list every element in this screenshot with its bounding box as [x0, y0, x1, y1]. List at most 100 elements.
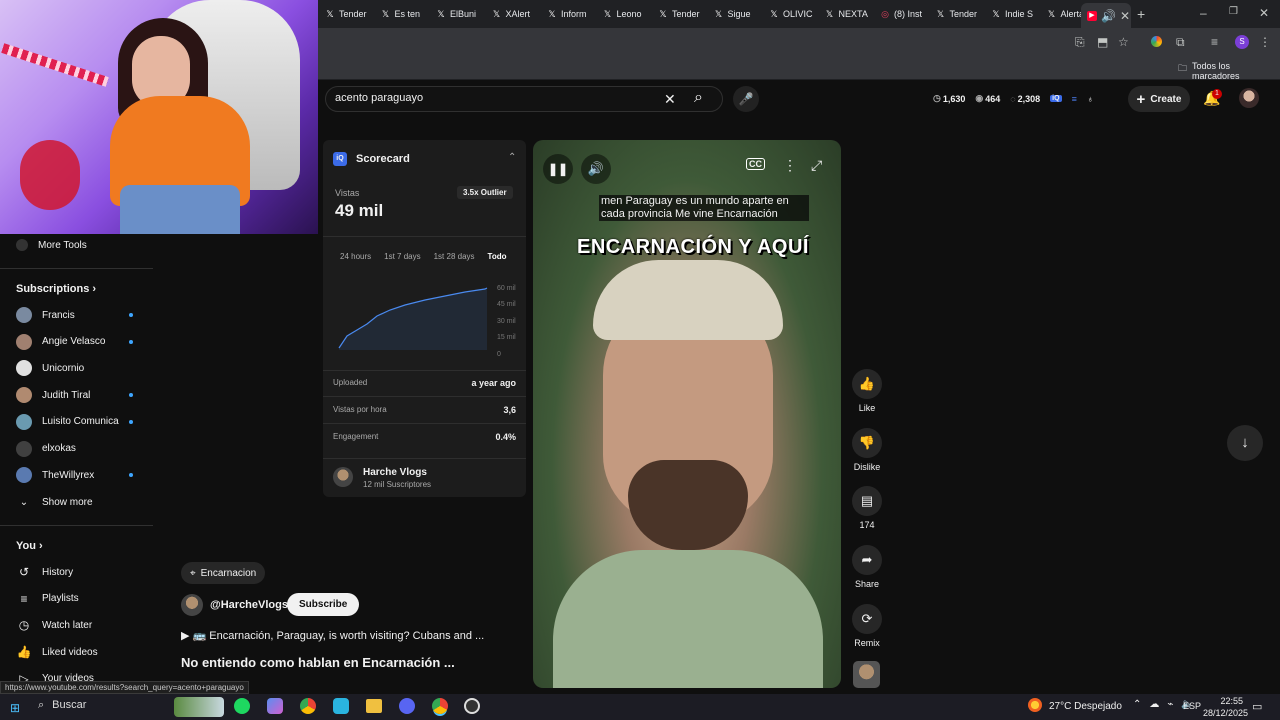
channel-name[interactable]: Harche Vlogs: [363, 467, 427, 478]
thumbs-down-button[interactable]: 👎: [852, 427, 882, 458]
language-indicator[interactable]: ESP: [1183, 701, 1201, 711]
tab-active-youtube[interactable]: ▶ 🔊 ✕: [1081, 3, 1131, 28]
browser-tab[interactable]: 𝕏 Es ten: [381, 4, 433, 24]
volume-icon[interactable]: 🔊: [581, 154, 611, 184]
browser-tab[interactable]: 𝕏 ElBuni: [436, 4, 488, 24]
captions-icon[interactable]: CC: [746, 158, 765, 170]
sidebar-subscription-item[interactable]: elxokas: [16, 436, 141, 462]
discord-icon[interactable]: [399, 698, 415, 714]
browser-tab[interactable]: 𝕏 Tender: [325, 4, 377, 24]
vidiq-icon[interactable]: iQ: [1050, 95, 1062, 102]
location-chip[interactable]: ⌖ Encarnacion: [181, 562, 266, 584]
windows-start-icon[interactable]: ⊞: [10, 701, 20, 715]
folder-icon: 🗀: [1178, 63, 1188, 73]
search-icon[interactable]: ⌕: [694, 89, 703, 107]
extensions-puzzle-icon[interactable]: ⧉: [1176, 35, 1185, 50]
tab-label: ElBuni: [450, 9, 477, 19]
browser-tab[interactable]: 𝕏 Leono: [603, 4, 655, 24]
file-explorer-icon[interactable]: [366, 699, 382, 713]
all-bookmarks-button[interactable]: 🗀 Todos los marcadores: [1178, 61, 1280, 81]
minimize-icon[interactable]: –: [1200, 6, 1207, 20]
media-control-icon[interactable]: ≡: [1211, 35, 1218, 49]
browser-tab[interactable]: 𝕏 Indie S: [991, 4, 1043, 24]
app-blue-icon[interactable]: [333, 698, 349, 714]
next-short-arrow-down-icon[interactable]: ↓: [1227, 425, 1263, 461]
tray-chevron-icon[interactable]: ⌃: [1133, 699, 1141, 710]
video-title[interactable]: No entiendo como hablan en Encarnación .…: [181, 655, 455, 670]
spotify-icon[interactable]: [234, 698, 250, 714]
subscribe-button[interactable]: Subscribe: [287, 593, 360, 616]
taskbar-search[interactable]: ⌕ Buscar: [38, 699, 86, 712]
browser-tab[interactable]: 𝕏 Sigue: [714, 4, 766, 24]
pause-button[interactable]: ❚❚: [543, 154, 573, 184]
extension-colorful-icon[interactable]: [1151, 36, 1162, 47]
remix-button[interactable]: ⟳: [852, 603, 882, 634]
related-video-link[interactable]: ▶ 🚌 Encarnación, Paraguay, is worth visi…: [181, 629, 484, 642]
shorts-video-player[interactable]: ❚❚ 🔊 CC ⋮ ⤢ men Paraguay es un mundo apa…: [533, 140, 841, 688]
channel-handle[interactable]: @HarcheVlogs: [210, 599, 288, 611]
sidebar-you-item[interactable]: ◷ Watch later: [16, 612, 141, 638]
list-icon[interactable]: ≡: [1072, 94, 1077, 104]
browser-menu-icon[interactable]: ⋮: [1259, 35, 1271, 49]
close-window-icon[interactable]: ✕: [1259, 6, 1269, 20]
network-icon[interactable]: ⌁: [1167, 699, 1173, 710]
browser-tab[interactable]: 𝕏 NEXTA: [825, 4, 877, 24]
translate-icon[interactable]: ⎘: [1075, 35, 1085, 50]
period-tab[interactable]: 1st 28 days: [434, 252, 475, 261]
cloud-icon[interactable]: ☁: [1149, 699, 1159, 710]
weather-text[interactable]: 27°C Despejado: [1049, 701, 1122, 712]
audio-source-thumbnail[interactable]: [853, 661, 880, 688]
sidebar-subscription-item[interactable]: Judith Tiral: [16, 382, 141, 408]
voice-search-icon[interactable]: 🎤: [733, 86, 759, 112]
you-heading[interactable]: You ›: [16, 540, 43, 552]
chrome-active-icon[interactable]: [432, 698, 448, 714]
subscription-name: TheWillyrex: [42, 469, 95, 481]
period-tab[interactable]: Todo: [488, 252, 507, 261]
account-avatar[interactable]: [1239, 88, 1259, 108]
search-query-text[interactable]: acento paraguayo: [335, 92, 423, 104]
sidebar-subscription-item[interactable]: Luisito Comunica: [16, 409, 141, 435]
close-tab-icon[interactable]: ✕: [1120, 9, 1130, 23]
comment-button[interactable]: ▤: [852, 486, 882, 517]
collapse-chevron-icon[interactable]: ⌃: [508, 152, 516, 163]
profile-avatar[interactable]: S: [1235, 35, 1249, 49]
video-channel-avatar[interactable]: [181, 594, 203, 616]
subscriptions-heading[interactable]: Subscriptions ›: [16, 283, 96, 295]
browser-tab[interactable]: 𝕏 OLIVIC: [769, 4, 821, 24]
sidebar-subscription-item[interactable]: Francis: [16, 302, 141, 328]
more-options-icon[interactable]: ⋮: [783, 157, 797, 174]
period-tab[interactable]: 1st 7 days: [384, 252, 420, 261]
maximize-icon[interactable]: ❐: [1229, 6, 1238, 17]
sidebar-subscription-item[interactable]: Unicornio: [16, 355, 141, 381]
chrome-icon[interactable]: [300, 698, 316, 714]
notifications-center-icon[interactable]: ▭: [1252, 700, 1262, 713]
sidebar-subscription-item[interactable]: Angie Velasco: [16, 329, 141, 355]
browser-tab[interactable]: 𝕏 Tender: [936, 4, 988, 24]
bookmark-star-icon[interactable]: ☆: [1118, 35, 1129, 49]
browser-tab[interactable]: ◎ (8) Inst: [880, 4, 932, 24]
browser-tab[interactable]: 𝕏 Inform: [547, 4, 599, 24]
browser-tab[interactable]: 𝕏 Tender: [658, 4, 710, 24]
fullscreen-icon[interactable]: ⤢: [811, 157, 822, 174]
install-app-icon[interactable]: ⬒: [1097, 35, 1108, 49]
sidebar-you-item[interactable]: ≡ Playlists: [16, 586, 141, 612]
create-button[interactable]: + Create: [1128, 86, 1190, 112]
sidebar-you-item[interactable]: ↺ History: [16, 559, 141, 585]
show-more-button[interactable]: ⌄ Show more: [16, 489, 141, 515]
award-icon[interactable]: ♁: [1087, 94, 1094, 104]
new-tab-icon[interactable]: +: [1137, 6, 1145, 22]
clear-search-icon[interactable]: ✕: [664, 91, 676, 108]
clock[interactable]: 22:55 28/12/2025: [1203, 695, 1248, 719]
scorecard-row-value: 0.4%: [495, 432, 516, 442]
obs-icon[interactable]: [464, 698, 480, 714]
sidebar-subscription-item[interactable]: TheWillyrex: [16, 462, 141, 488]
period-tab[interactable]: 24 hours: [340, 252, 371, 261]
sidebar-you-item[interactable]: 👍 Liked videos: [16, 639, 141, 665]
channel-avatar[interactable]: [333, 467, 353, 487]
widget-news-icon[interactable]: [174, 697, 224, 717]
thumbs-up-button[interactable]: 👍: [852, 369, 882, 399]
share-button[interactable]: ➦: [852, 545, 882, 576]
copilot-icon[interactable]: [267, 698, 283, 714]
sidebar-item-more-tools[interactable]: More Tools: [16, 232, 141, 258]
browser-tab[interactable]: 𝕏 XAlert: [492, 4, 544, 24]
